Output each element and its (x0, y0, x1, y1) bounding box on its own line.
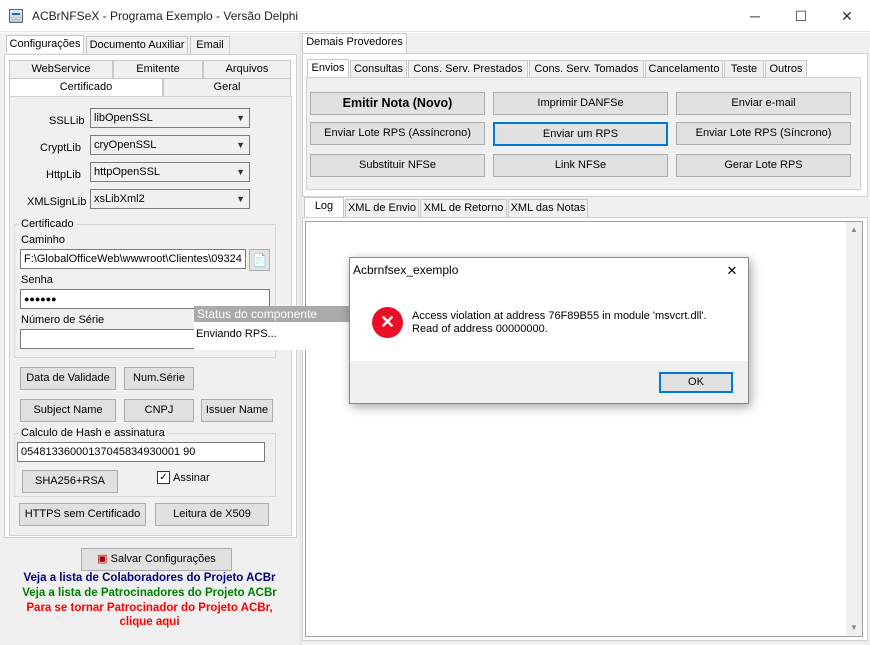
tab-cancelamento[interactable]: Cancelamento (645, 60, 723, 78)
subtab-geral[interactable]: Geral (163, 78, 291, 96)
assinar-checkbox[interactable]: ✓ (157, 471, 170, 484)
link-tornar-patrocinador[interactable]: Para se tornar Patrocinador do Projeto A… (0, 602, 299, 614)
hash-input[interactable]: 05481336000137045834930001 90 (17, 442, 265, 462)
status-panel: Status do componente Enviando RPS... (194, 306, 350, 350)
gerar-lote-rps-button[interactable]: Gerar Lote RPS (676, 154, 851, 177)
cnpj-button[interactable]: CNPJ (124, 399, 194, 422)
leitura-x509-button[interactable]: Leitura de X509 (155, 503, 269, 526)
salvar-configuracoes-button[interactable]: ▣ Salvar Configurações (81, 548, 232, 571)
error-icon: ✕ (372, 307, 403, 338)
link-nfse-button[interactable]: Link NFSe (493, 154, 668, 177)
enviar-lote-rps-assincrono-button[interactable]: Enviar Lote RPS (Assíncrono) (310, 122, 485, 145)
link-colaboradores[interactable]: Veja a lista de Colaboradores do Projeto… (0, 572, 299, 584)
tab-xml-notas[interactable]: XML das Notas (508, 199, 588, 217)
chevron-down-icon: ▼ (236, 194, 245, 204)
subtab-arquivos[interactable]: Arquivos (203, 60, 291, 78)
link-patrocinadores[interactable]: Veja a lista de Patrocinadores do Projet… (0, 587, 299, 599)
dialog-body: Acbrnfsex_exemplo ✕ ✕ Access violation a… (350, 258, 748, 361)
link-clique-aqui[interactable]: clique aqui (0, 616, 299, 628)
tab-xml-envio[interactable]: XML de Envio (345, 199, 419, 217)
ok-button[interactable]: OK (659, 372, 733, 393)
log-scrollbar[interactable]: ▲ ▼ (846, 222, 862, 636)
app-icon (9, 9, 23, 23)
emitir-nota-button[interactable]: Emitir Nota (Novo) (310, 92, 485, 115)
browse-file-button[interactable]: 📄 (249, 249, 270, 271)
assinar-label: Assinar (173, 472, 210, 484)
httplib-select[interactable]: httpOpenSSL ▼ (90, 162, 250, 182)
ssllib-select[interactable]: libOpenSSL ▼ (90, 108, 250, 128)
substituir-nfse-button[interactable]: Substituir NFSe (310, 154, 485, 177)
salvar-label: Salvar Configurações (110, 553, 216, 565)
status-title: Status do componente (194, 306, 350, 322)
ssllib-label: SSLLib (49, 115, 85, 127)
enviar-um-rps-button[interactable]: Enviar um RPS (493, 122, 668, 146)
tab-teste[interactable]: Teste (724, 60, 764, 78)
https-sem-certificado-button[interactable]: HTTPS sem Certificado (19, 503, 146, 526)
numero-serie-label: Número de Série (21, 314, 105, 326)
minimize-button[interactable]: ─ (732, 0, 778, 32)
status-message: Enviando RPS... (196, 328, 277, 340)
scroll-up-icon[interactable]: ▲ (846, 222, 862, 238)
enviar-lote-rps-sincrono-button[interactable]: Enviar Lote RPS (Síncrono) (676, 122, 851, 145)
tab-cons-serv-tomados[interactable]: Cons. Serv. Tomados (529, 60, 644, 78)
certificado-group-label: Certificado (19, 218, 76, 230)
error-dialog: Acbrnfsex_exemplo ✕ ✕ Access violation a… (349, 257, 749, 404)
scroll-down-icon[interactable]: ▼ (846, 620, 862, 636)
title-bar: ACBrNFSeX - Programa Exemplo - Versão De… (0, 0, 870, 32)
issuer-name-button[interactable]: Issuer Name (201, 399, 273, 422)
subject-name-button[interactable]: Subject Name (20, 399, 116, 422)
xmlsignlib-select[interactable]: xsLibXml2 ▼ (90, 189, 250, 209)
save-icon: ▣ (97, 553, 108, 565)
close-button[interactable]: ✕ (824, 0, 870, 32)
sha256-rsa-button[interactable]: SHA256+RSA (22, 470, 118, 493)
httplib-label: HttpLib (46, 169, 81, 181)
num-serie-button[interactable]: Num.Série (124, 367, 194, 390)
subtab-emitente[interactable]: Emitente (113, 60, 203, 78)
cryptlib-label: CryptLib (40, 142, 81, 154)
document-icon: 📄 (252, 253, 267, 267)
data-validade-button[interactable]: Data de Validade (20, 367, 116, 390)
tab-envios[interactable]: Envios (307, 59, 349, 77)
chevron-down-icon: ▼ (236, 167, 245, 177)
cryptlib-select[interactable]: cryOpenSSL ▼ (90, 135, 250, 155)
enviar-email-button[interactable]: Enviar e-mail (676, 92, 851, 115)
dialog-message-line1: Access violation at address 76F89B55 in … (412, 310, 707, 322)
tab-outros[interactable]: Outros (765, 60, 807, 78)
tab-consultas[interactable]: Consultas (350, 60, 407, 78)
hash-group-label: Calculo de Hash e assinatura (19, 427, 167, 439)
tab-xml-retorno[interactable]: XML de Retorno (420, 199, 507, 217)
ssllib-value: libOpenSSL (94, 112, 153, 124)
senha-label: Senha (21, 274, 53, 286)
window-title: ACBrNFSeX - Programa Exemplo - Versão De… (32, 9, 299, 23)
xmlsignlib-label: XMLSignLib (27, 196, 87, 208)
dialog-close-button[interactable]: ✕ (718, 261, 746, 281)
dialog-message-line2: Read of address 00000000. (412, 323, 548, 335)
tab-demais-provedores[interactable]: Demais Provedores (302, 33, 407, 53)
xmlsignlib-value: xsLibXml2 (94, 193, 145, 205)
tab-configuracoes[interactable]: Configurações (6, 35, 84, 53)
caminho-input[interactable]: F:\GlobalOfficeWeb\wwwroot\Clientes\0932… (20, 249, 246, 269)
tab-email[interactable]: Email (190, 36, 230, 54)
tab-cons-serv-prestados[interactable]: Cons. Serv. Prestados (408, 60, 528, 78)
tab-documento-auxiliar[interactable]: Documento Auxiliar (86, 36, 188, 54)
chevron-down-icon: ▼ (236, 113, 245, 123)
maximize-button[interactable]: ☐ (778, 0, 824, 32)
chevron-down-icon: ▼ (236, 140, 245, 150)
dialog-title: Acbrnfsex_exemplo (353, 263, 459, 277)
subtab-certificado[interactable]: Certificado (9, 78, 163, 96)
subtab-webservice[interactable]: WebService (9, 60, 113, 78)
imprimir-danfse-button[interactable]: Imprimir DANFSe (493, 92, 668, 115)
tab-log[interactable]: Log (304, 197, 344, 217)
httplib-value: httpOpenSSL (94, 166, 161, 178)
caminho-label: Caminho (21, 234, 66, 246)
cryptlib-value: cryOpenSSL (94, 139, 157, 151)
